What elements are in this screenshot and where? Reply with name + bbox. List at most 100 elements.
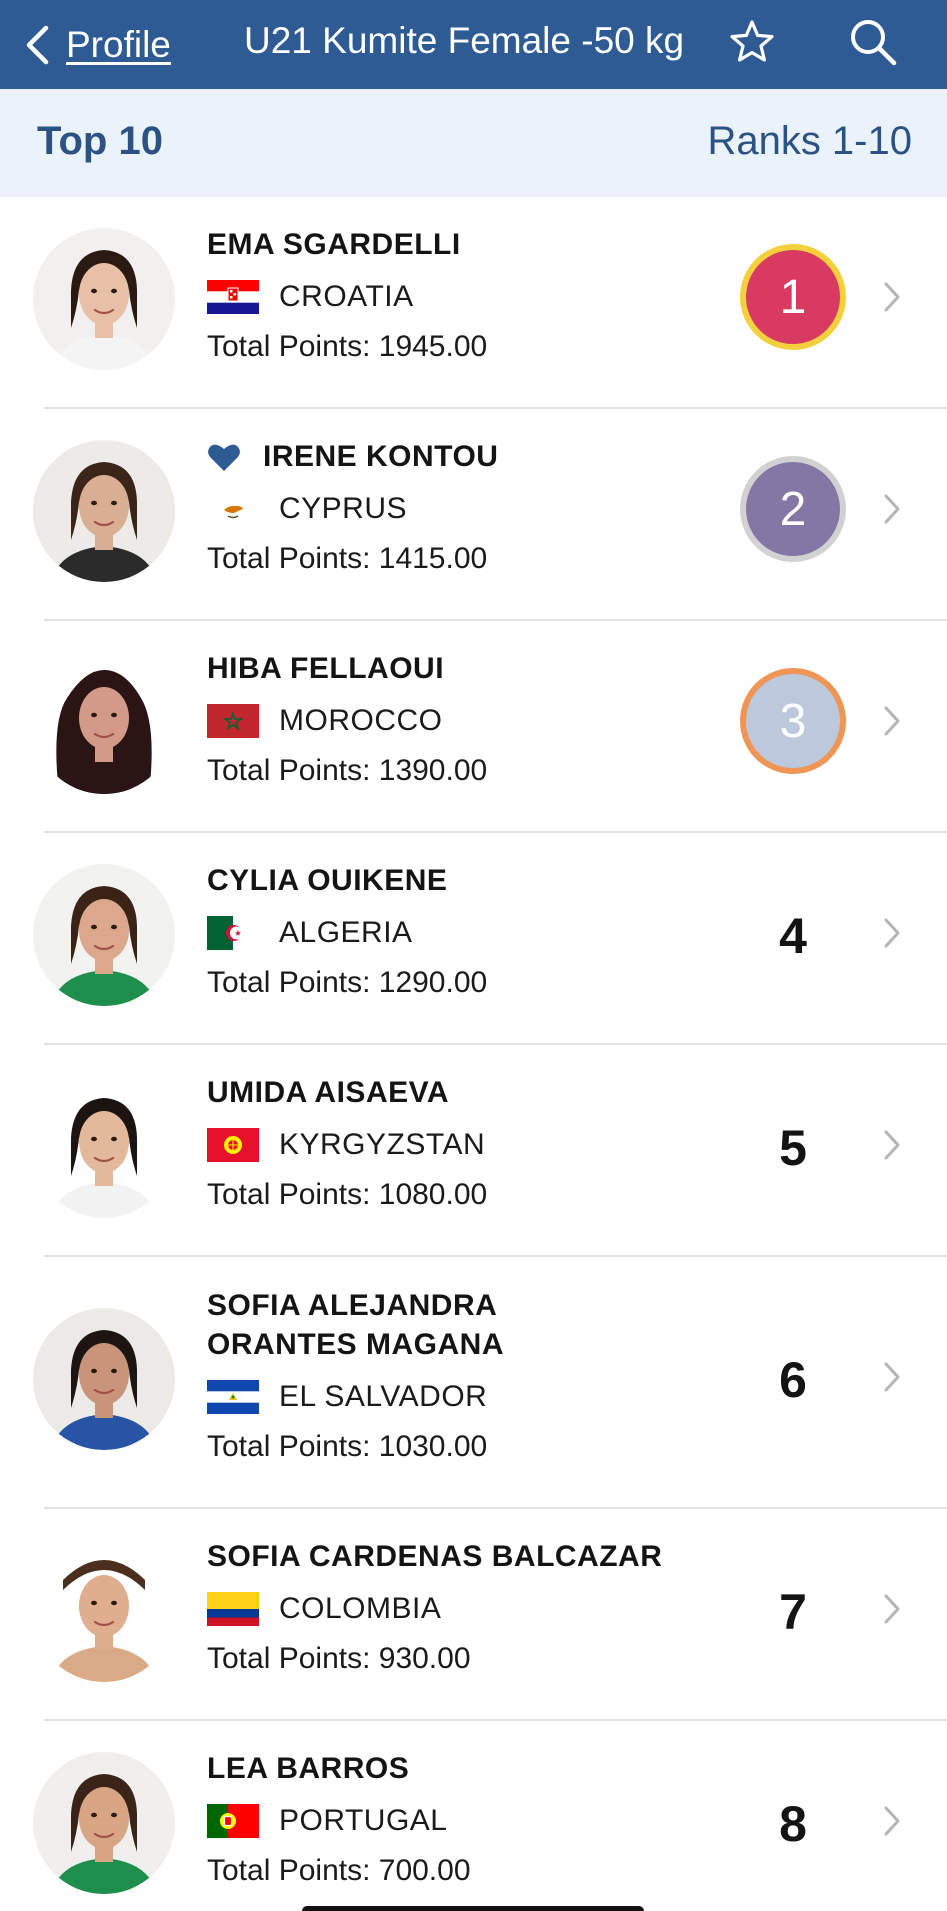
back-button-label: Profile [66, 24, 171, 65]
chevron-right-icon [884, 494, 900, 524]
total-points: Total Points: 1030.00 [207, 1430, 488, 1463]
country-line: KYRGYZSTAN [207, 1126, 757, 1164]
avatar [33, 440, 175, 582]
athlete-info: SOFIA CARDENAS BALCAZAR COLOMBIA Total Poi… [207, 1537, 757, 1676]
top-label: Top 10 [37, 119, 163, 163]
athlete-info: SOFIA ALEJANDRA ORANTES MAGANA EL SALVADO… [207, 1286, 757, 1464]
country-line: COLOMBIA [207, 1590, 757, 1628]
navigation-bar: Profile U21 Kumite Female -50 kg [0, 0, 947, 89]
flag-icon [207, 1804, 259, 1838]
avatar [33, 864, 175, 1006]
total-points: Total Points: 700.00 [207, 1854, 471, 1887]
country-name: EL SALVADOR [279, 1380, 488, 1413]
total-points: Total Points: 1080.00 [207, 1178, 488, 1211]
chevron-right-icon [884, 1130, 900, 1160]
athlete-name: EMA SGARDELLI [207, 228, 461, 261]
athlete-name-line: CYLIA OUIKENE [207, 861, 757, 900]
athlete-info: CYLIA OUIKENE ALGERIA Total Points: 1290.0… [207, 861, 757, 1000]
athlete-row[interactable]: CYLIA OUIKENE ALGERIA Total Points: 1290.0… [0, 833, 947, 1045]
star-icon[interactable] [728, 18, 776, 66]
athlete-name-line: HIBA FELLAOUI [207, 649, 757, 688]
athlete-name: LEA BARROS [207, 1752, 410, 1785]
athlete-name: CYLIA OUIKENE [207, 864, 448, 897]
athlete-name-line: EMA SGARDELLI [207, 225, 757, 264]
avatar [33, 652, 175, 794]
rank-number: 7 [779, 1584, 807, 1640]
athlete-info: UMIDA AISAEVA KYRGYZSTAN Total Points: 108… [207, 1073, 757, 1212]
flag-icon [207, 704, 259, 738]
athlete-name-line: SOFIA CARDENAS BALCAZAR [207, 1537, 757, 1576]
country-line: EL SALVADOR [207, 1378, 757, 1416]
country-name: KYRGYZSTAN [279, 1128, 486, 1161]
avatar-illustration [33, 1540, 175, 1682]
country-name: MOROCCO [279, 704, 443, 737]
heart-icon[interactable] [207, 442, 241, 472]
back-button[interactable]: Profile [22, 16, 171, 74]
athlete-row[interactable]: EMA SGARDELLI CROATIA Total Points: 1945.0… [0, 197, 947, 409]
flag-icon [207, 492, 259, 526]
country-line: CYPRUS [207, 490, 757, 528]
flag-icon [207, 1592, 259, 1626]
avatar-illustration [33, 864, 175, 1006]
search-icon[interactable] [847, 16, 899, 68]
rank-number: 2 [779, 482, 807, 536]
rank-number: 4 [779, 908, 807, 964]
athlete-row[interactable]: IRENE KONTOU CYPRUS Total Points: 1415.00 2 [0, 409, 947, 621]
rank-number: 3 [779, 694, 807, 748]
country-name: COLOMBIA [279, 1592, 442, 1625]
home-indicator [302, 1906, 644, 1911]
list-header: Top 10 Ranks 1-10 [0, 89, 947, 197]
chevron-right-icon [884, 282, 900, 312]
rank-number: 1 [779, 270, 807, 324]
athlete-name: IRENE KONTOU [263, 440, 499, 473]
avatar-illustration [33, 440, 175, 582]
athlete-row[interactable]: LEA BARROS PORTUGAL Total Points: 700.00 8 [0, 1721, 947, 1911]
country-name: ALGERIA [279, 916, 413, 949]
athlete-row[interactable]: SOFIA ALEJANDRA ORANTES MAGANA EL SALVADO… [0, 1257, 947, 1509]
rank-number: 6 [779, 1352, 807, 1408]
athlete-info: EMA SGARDELLI CROATIA Total Points: 1945.0… [207, 225, 757, 364]
flag-icon [207, 280, 259, 314]
total-points: Total Points: 1290.00 [207, 966, 488, 999]
country-name: CROATIA [279, 280, 414, 313]
country-line: PORTUGAL [207, 1802, 757, 1840]
athlete-info: LEA BARROS PORTUGAL Total Points: 700.00 [207, 1749, 757, 1888]
country-line: MOROCCO [207, 702, 757, 740]
avatar [33, 228, 175, 370]
ranking-list: EMA SGARDELLI CROATIA Total Points: 1945.0… [0, 197, 947, 1911]
avatar [33, 1308, 175, 1450]
total-points: Total Points: 930.00 [207, 1642, 471, 1675]
chevron-right-icon [884, 1806, 900, 1836]
chevron-right-icon [884, 1594, 900, 1624]
athlete-name: SOFIA CARDENAS BALCAZAR [207, 1540, 663, 1573]
avatar [33, 1540, 175, 1682]
avatar-illustration [33, 652, 175, 794]
total-points: Total Points: 1390.00 [207, 754, 488, 787]
chevron-left-icon [26, 25, 49, 65]
chevron-right-icon [884, 706, 900, 736]
flag-icon [207, 916, 259, 950]
athlete-row[interactable]: UMIDA AISAEVA KYRGYZSTAN Total Points: 108… [0, 1045, 947, 1257]
rank-medal-badge: 1 [740, 244, 846, 350]
country-line: CROATIA [207, 278, 757, 316]
flag-icon [207, 1380, 259, 1414]
total-points: Total Points: 1945.00 [207, 330, 488, 363]
rank-number: 8 [779, 1796, 807, 1852]
athlete-info: IRENE KONTOU CYPRUS Total Points: 1415.00 [207, 437, 757, 576]
rank-medal-badge: 2 [740, 456, 846, 562]
athlete-info: HIBA FELLAOUI MOROCCO Total Points: 1390.0… [207, 649, 757, 788]
avatar [33, 1076, 175, 1218]
athlete-row[interactable]: SOFIA CARDENAS BALCAZAR COLOMBIA Total Poi… [0, 1509, 947, 1721]
ranks-label: Ranks 1-10 [707, 119, 912, 163]
country-name: PORTUGAL [279, 1804, 448, 1837]
rank-medal-badge: 3 [740, 668, 846, 774]
chevron-right-icon [884, 918, 900, 948]
athlete-name: HIBA FELLAOUI [207, 652, 445, 685]
athlete-row[interactable]: HIBA FELLAOUI MOROCCO Total Points: 1390.0… [0, 621, 947, 833]
rank-number: 5 [779, 1120, 807, 1176]
flag-icon [207, 1128, 259, 1162]
athlete-name: SOFIA ALEJANDRA ORANTES MAGANA [207, 1289, 504, 1361]
avatar-illustration [33, 1076, 175, 1218]
athlete-name: UMIDA AISAEVA [207, 1076, 450, 1109]
avatar-illustration [33, 228, 175, 370]
